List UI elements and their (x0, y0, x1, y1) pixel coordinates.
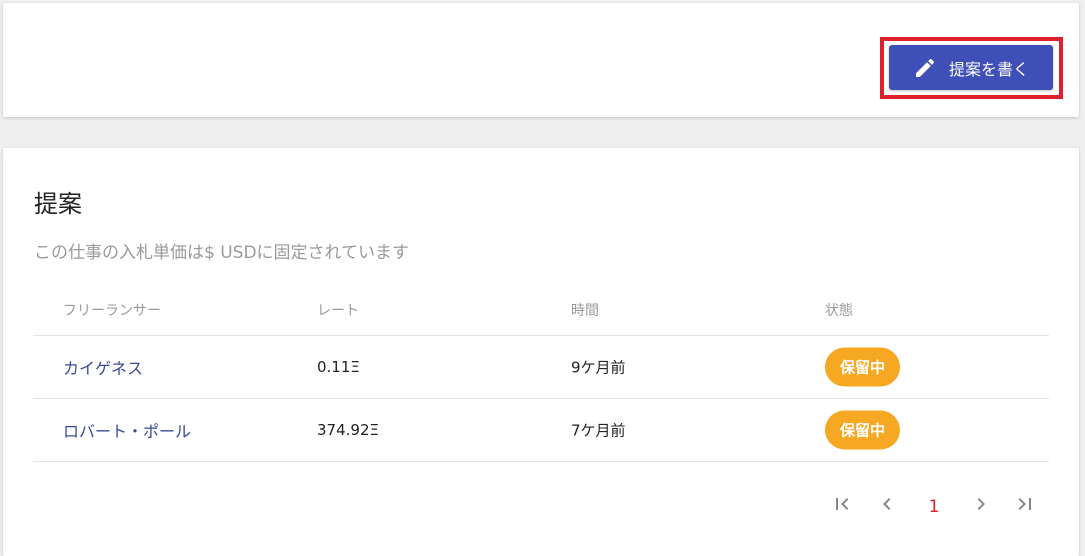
chevron-right-icon (977, 498, 985, 510)
column-header-time: 時間 (571, 303, 599, 319)
pencil-icon (915, 58, 934, 77)
column-header-rate: レート (317, 303, 359, 319)
write-proposal-label: 提案を書く (948, 59, 1029, 79)
freelancer-link[interactable]: ロバート・ポール (63, 418, 191, 442)
status-badge: 保留中 (825, 347, 901, 387)
first-page-icon (836, 498, 849, 510)
table-header: フリーランサー レート 時間 状態 (33, 278, 1049, 336)
freelancer-link[interactable]: カイゲネス (63, 355, 143, 379)
column-header-status: 状態 (825, 303, 853, 319)
top-card: 提案を書く (3, 3, 1079, 117)
table-row: カイゲネス 0.11Ξ 9ケ月前 保留中 (33, 336, 1049, 399)
previous-page-button[interactable] (873, 486, 901, 522)
next-page-button[interactable] (967, 486, 995, 522)
proposals-table: フリーランサー レート 時間 状態 カイゲネス 0.11Ξ 9ケ月前 保留中 ロ… (33, 278, 1049, 462)
rate-value: 374.92Ξ (317, 421, 379, 439)
time-value: 9ケ月前 (571, 358, 626, 377)
section-subtitle: この仕事の入札単価は$ USDに固定されています (34, 243, 410, 263)
page-number-current[interactable]: 1 (920, 489, 948, 525)
chevron-left-icon (883, 498, 891, 510)
table-row: ロバート・ポール 374.92Ξ 7ケ月前 保留中 (33, 399, 1049, 462)
rate-value: 0.11Ξ (317, 358, 360, 376)
section-title: 提案 (34, 190, 82, 218)
first-page-button[interactable] (828, 486, 856, 522)
last-page-button[interactable] (1011, 486, 1039, 522)
write-proposal-button[interactable]: 提案を書く (889, 45, 1053, 90)
status-badge: 保留中 (825, 410, 901, 450)
proposals-card: 提案 この仕事の入札単価は$ USDに固定されています フリーランサー レート … (3, 148, 1079, 556)
last-page-icon (1018, 498, 1031, 510)
time-value: 7ケ月前 (571, 421, 626, 440)
column-header-freelancer: フリーランサー (63, 303, 161, 319)
